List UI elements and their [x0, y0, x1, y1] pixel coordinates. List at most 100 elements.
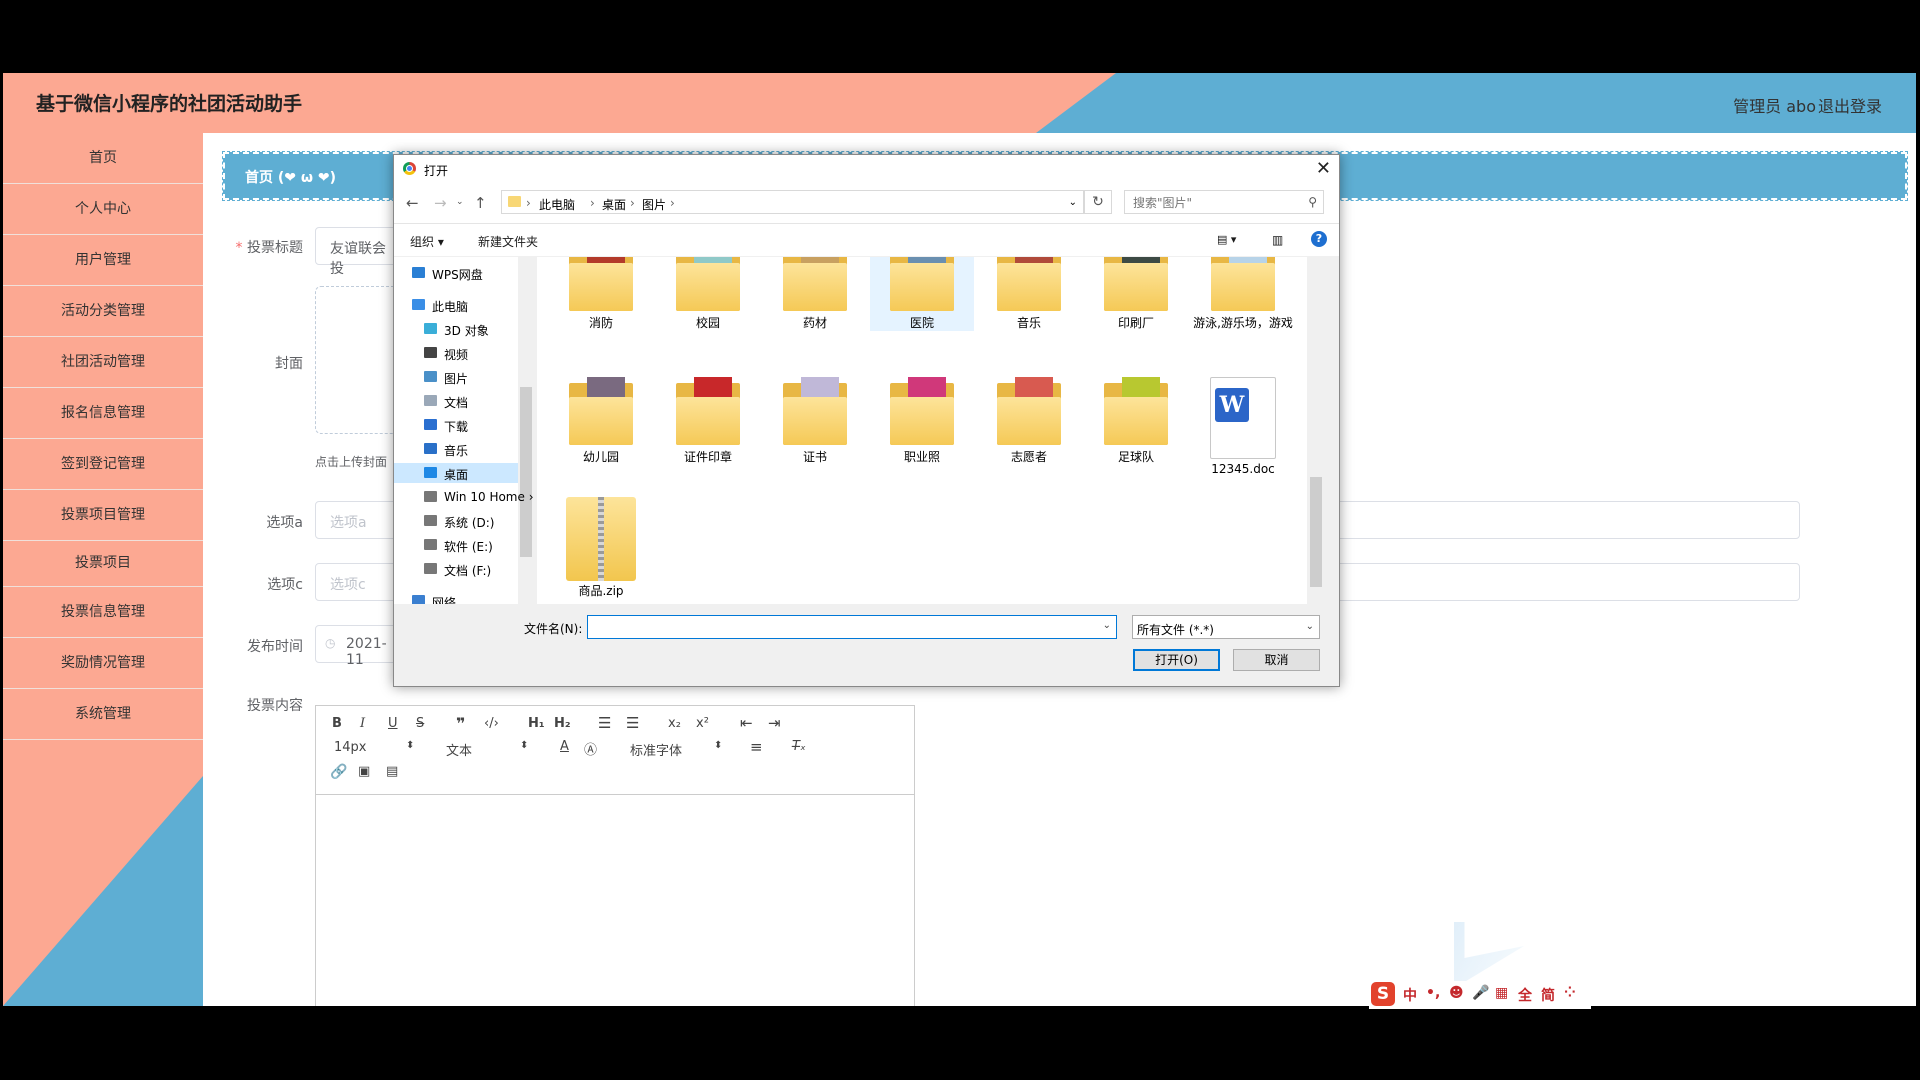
nav-pane-item[interactable]: Win 10 Home › [394, 487, 534, 507]
preview-pane-icon[interactable]: ▥ [1272, 233, 1283, 247]
folder-item[interactable]: 校园 [656, 257, 760, 331]
outdent-icon[interactable]: ⇤ [740, 714, 753, 732]
nav-pane-item[interactable]: 下载 [394, 415, 518, 435]
sidebar-item[interactable]: 活动分类管理 [3, 286, 203, 337]
sidebar-item[interactable]: 系统管理 [3, 689, 203, 740]
nav-pane-item[interactable]: 图片 [394, 367, 518, 387]
sidebar-item[interactable]: 个人中心 [3, 184, 203, 235]
folder-item[interactable]: 足球队 [1084, 377, 1188, 465]
up-arrow-icon[interactable]: ↑ [474, 194, 487, 212]
nav-pane-item[interactable]: 桌面 [394, 463, 518, 483]
folder-item[interactable]: 药材 [763, 257, 867, 331]
underline-icon[interactable]: U [388, 716, 398, 731]
path-segment[interactable]: 此电脑 [539, 196, 575, 213]
image-icon[interactable]: ▣ [358, 764, 370, 779]
organize-menu[interactable]: 组织 ▾ [410, 233, 444, 250]
sidebar-item[interactable]: 投票信息管理 [3, 587, 203, 638]
bold-icon[interactable]: B [332, 716, 342, 731]
file-scrollbar[interactable] [1307, 257, 1322, 604]
title-input[interactable]: 友谊联会投 [315, 227, 405, 277]
folder-item[interactable]: 志愿者 [977, 377, 1081, 465]
file-item[interactable]: W 12345.doc [1191, 377, 1295, 477]
sogou-logo-icon[interactable]: S [1371, 982, 1395, 1006]
nav-pane-item[interactable]: 此电脑 [394, 295, 518, 315]
sidebar-item[interactable]: 签到登记管理 [3, 439, 203, 490]
folder-item[interactable]: 印刷厂 [1084, 257, 1188, 331]
ime-item[interactable]: ☻ [1449, 985, 1464, 1001]
subscript-icon[interactable]: x₂ [668, 716, 681, 731]
folder-item[interactable]: 证件印章 [656, 377, 760, 465]
ime-item[interactable]: 中 [1403, 985, 1417, 1005]
address-dropdown-icon[interactable]: ⌄ [1069, 197, 1077, 208]
folder-item[interactable]: 幼儿园 [549, 377, 653, 465]
nav-pane-item[interactable]: 音乐 [394, 439, 518, 459]
publish-time-input[interactable]: ◷ 2021-11 [315, 625, 405, 668]
filename-input[interactable] [592, 617, 1096, 639]
nav-pane-item[interactable]: 文档 [394, 391, 518, 411]
bullet-list-icon[interactable]: ☰ [626, 714, 639, 732]
close-icon[interactable]: ✕ [1316, 158, 1331, 179]
ime-item[interactable]: •, [1426, 985, 1440, 1001]
code-block-icon[interactable]: ‹/› [484, 716, 499, 731]
back-arrow-icon[interactable]: ← [406, 194, 419, 212]
ime-item[interactable]: ▦ [1495, 985, 1508, 1001]
font-size-select[interactable]: 14px [334, 740, 367, 755]
refresh-button[interactable]: ↻ [1084, 190, 1112, 214]
file-scroll-thumb[interactable] [1310, 477, 1322, 587]
font-family-select[interactable]: 标准字体 [630, 740, 682, 759]
link-icon[interactable]: 🔗 [330, 764, 347, 780]
nav-pane-item[interactable]: 3D 对象 [394, 319, 518, 339]
search-input[interactable] [1131, 192, 1295, 214]
ime-item[interactable]: ⁘ [1564, 985, 1576, 1001]
filetype-select[interactable]: 所有文件 (*.*) ⌄ [1132, 615, 1320, 639]
sidebar-item[interactable]: 报名信息管理 [3, 388, 203, 439]
nav-scrollbar[interactable] [518, 257, 534, 604]
background-color-icon[interactable]: Ⓐ [584, 739, 597, 758]
folder-item[interactable]: 医院 [870, 257, 974, 331]
cancel-button[interactable]: 取消 [1233, 649, 1320, 671]
align-icon[interactable]: ≡ [750, 738, 763, 756]
folder-item[interactable]: 游泳,游乐场，游戏 [1191, 257, 1295, 331]
file-item[interactable]: 商品.zip [549, 497, 653, 599]
nav-pane-item[interactable]: WPS网盘 [394, 263, 518, 283]
recent-chevron-icon[interactable]: ⌄ [456, 197, 464, 207]
text-type-select[interactable]: 文本 [446, 740, 472, 759]
filename-dropdown-icon[interactable]: ⌄ [1103, 620, 1111, 631]
sidebar-item[interactable]: 用户管理 [3, 235, 203, 286]
help-icon[interactable]: ? [1311, 231, 1327, 247]
sidebar-item[interactable]: 首页 [3, 133, 203, 184]
path-segment[interactable]: 桌面 [602, 196, 626, 213]
sidebar-item[interactable]: 社团活动管理 [3, 337, 203, 388]
logout-link[interactable]: 退出登录 [1818, 93, 1882, 117]
forward-arrow-icon[interactable]: → [434, 194, 447, 212]
ime-item[interactable]: 全 [1518, 985, 1532, 1005]
sidebar-item[interactable]: 奖励情况管理 [3, 638, 203, 689]
font-color-icon[interactable]: A [560, 739, 569, 754]
nav-pane-item[interactable]: 视频 [394, 343, 518, 363]
folder-item[interactable]: 证书 [763, 377, 867, 465]
strikethrough-icon[interactable]: S [416, 716, 424, 731]
nav-pane-item[interactable]: 文档 (F:) [394, 559, 518, 579]
path-segment[interactable]: 图片 [642, 196, 666, 213]
ime-item[interactable]: 🎤 [1472, 985, 1489, 1001]
blockquote-icon[interactable]: ❞ [456, 714, 465, 733]
sidebar-item[interactable]: 投票项目 [3, 541, 203, 587]
video-icon[interactable]: ▤ [386, 764, 398, 779]
open-button[interactable]: 打开(O) [1133, 649, 1220, 671]
breadcrumb-text[interactable]: 首页 (❤ ω ❤) [245, 167, 336, 187]
nav-pane-item[interactable]: 网络 [394, 591, 518, 604]
folder-item[interactable]: 职业照 [870, 377, 974, 465]
nav-pane-item[interactable]: 系统 (D:) [394, 511, 518, 531]
address-bar[interactable]: › 此电脑 › 桌面 › 图片 › ⌄ [501, 190, 1084, 214]
indent-icon[interactable]: ⇥ [768, 714, 781, 732]
heading-1-icon[interactable]: H₁ [528, 716, 545, 731]
clear-format-icon[interactable]: T̶ₓ [792, 739, 806, 754]
view-options-icon[interactable]: ▤ ▾ [1217, 233, 1236, 246]
nav-scroll-thumb[interactable] [520, 387, 532, 557]
folder-item[interactable]: 消防 [549, 257, 653, 331]
ordered-list-icon[interactable]: ☰ [598, 714, 611, 732]
new-folder-button[interactable]: 新建文件夹 [478, 233, 538, 250]
folder-item[interactable]: 音乐 [977, 257, 1081, 331]
sidebar-item[interactable]: 投票项目管理 [3, 490, 203, 541]
nav-pane-item[interactable]: 软件 (E:) [394, 535, 518, 555]
